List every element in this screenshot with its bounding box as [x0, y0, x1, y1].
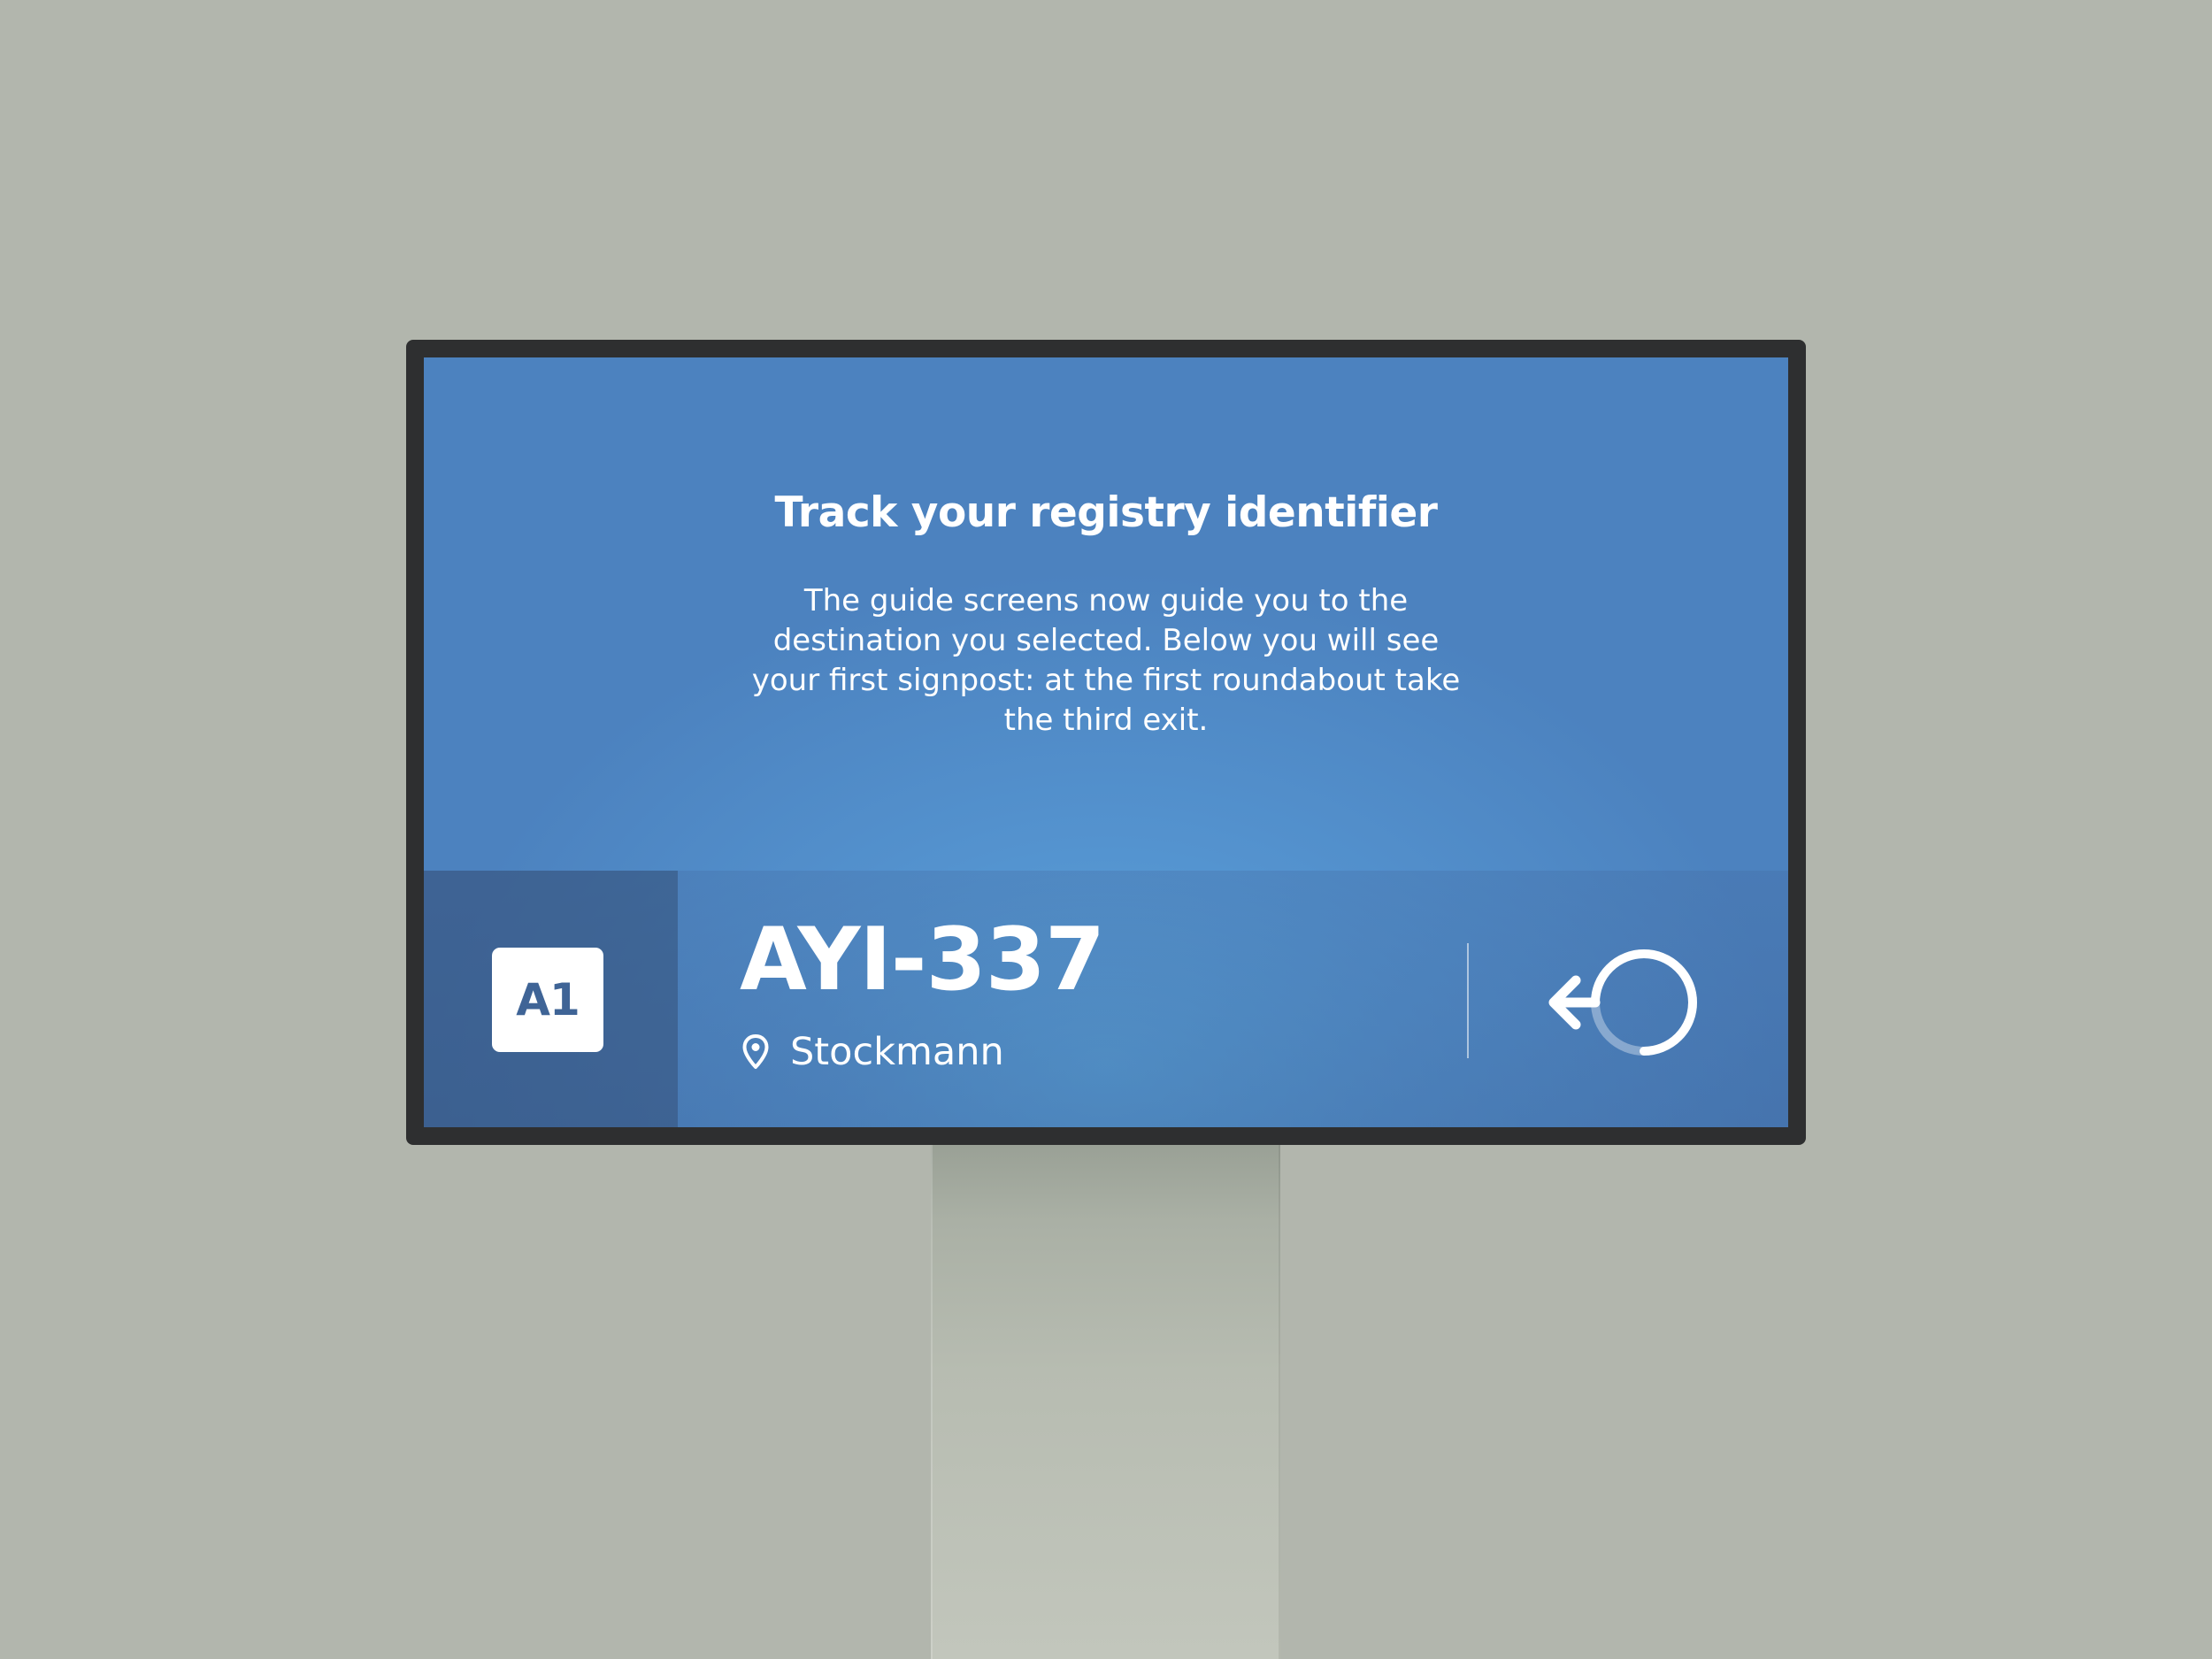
location-row: Stockmann [742, 1030, 1004, 1074]
instructions-text: The guide screens now guide you to the d… [751, 583, 1461, 738]
registry-plate: AYI-337 [740, 910, 1105, 1010]
road-panel: A1 [424, 871, 678, 1127]
location-name: Stockmann [790, 1030, 1004, 1074]
road-badge: A1 [492, 948, 603, 1052]
screen-heading: Track your registry identifier [774, 488, 1438, 537]
divider [1467, 943, 1469, 1058]
monitor-stand [931, 1141, 1280, 1659]
location-pin-icon [742, 1034, 769, 1069]
display-screen: Track your registry identifier The guide… [424, 357, 1788, 1127]
monitor-bezel: Track your registry identifier The guide… [406, 340, 1806, 1145]
signpost-bar: A1 AYI-337 Stockmann [424, 871, 1788, 1127]
roundabout-third-exit-icon [1548, 949, 1697, 1056]
